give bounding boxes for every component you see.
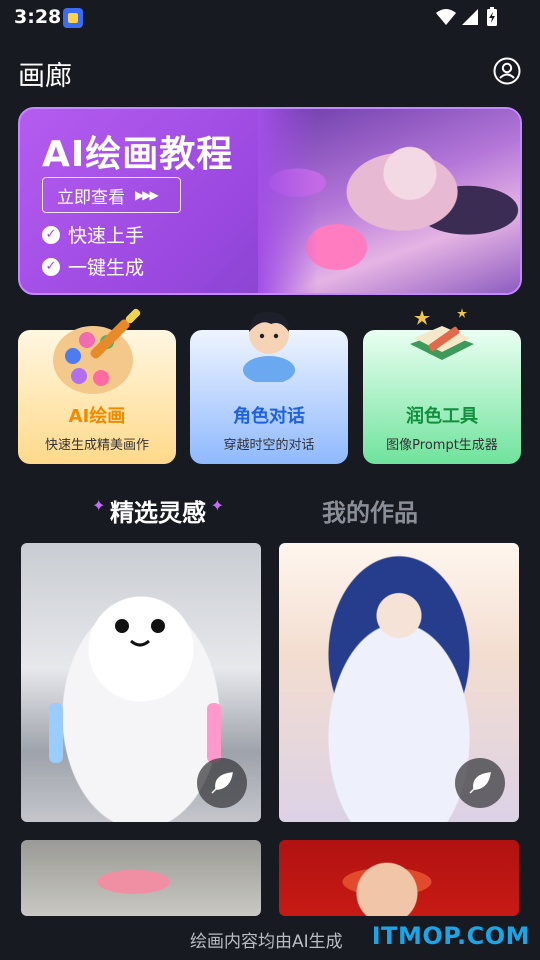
tool-desc: 图像Prompt生成器 <box>386 438 498 453</box>
tab-featured-inspiration[interactable]: 精选灵感 <box>92 493 224 528</box>
tool-name: AI绘画 <box>68 406 126 427</box>
tool-card-polish-tool[interactable]: 润色工具 图像Prompt生成器 <box>363 308 521 464</box>
feature-item: ✓ 一键生成 <box>42 253 144 280</box>
tab-my-works[interactable]: 我的作品 <box>322 493 418 528</box>
remix-button[interactable] <box>455 758 505 808</box>
feather-icon <box>469 772 491 794</box>
status-bar: 3:28 <box>0 0 540 36</box>
tutorial-banner[interactable]: AI绘画教程 立即查看 ▶▶▶ ✓ 快速上手 ✓ 一键生成 <box>18 107 522 295</box>
feature-item: ✓ 快速上手 <box>42 221 144 248</box>
banner-headline: AI绘画教程 <box>42 134 234 175</box>
tool-name: 润色工具 <box>406 406 478 427</box>
arrows-icon: ▶▶▶ <box>135 188 159 202</box>
system-status-icons <box>436 7 497 26</box>
palette-icon <box>53 308 141 394</box>
check-icon: ✓ <box>42 225 60 244</box>
gallery-item[interactable] <box>279 543 519 822</box>
character-icon <box>243 311 295 382</box>
view-now-label: 立即查看 <box>57 187 125 208</box>
tool-card-character-chat[interactable]: 角色对话 穿越时空的对话 <box>190 311 348 464</box>
status-time: 3:28 <box>14 6 62 28</box>
feather-icon <box>211 772 233 794</box>
gallery-item[interactable] <box>21 543 261 822</box>
tool-desc: 穿越时空的对话 <box>223 438 315 453</box>
gallery-item[interactable] <box>21 840 261 916</box>
gallery-item[interactable] <box>279 840 519 916</box>
tool-name: 角色对话 <box>233 406 305 427</box>
feature-label: 快速上手 <box>68 225 145 247</box>
page-title: 画廊 <box>18 61 72 92</box>
ai-disclaimer: 绘画内容均由AI生成 <box>190 932 343 952</box>
remix-button[interactable] <box>197 758 247 808</box>
tool-desc: 快速生成精美画作 <box>44 438 149 453</box>
book-icon <box>410 308 474 360</box>
tool-card-ai-painting[interactable]: AI绘画 快速生成精美画作 <box>18 308 176 464</box>
feature-label: 一键生成 <box>68 257 145 279</box>
view-now-button[interactable]: 立即查看 ▶▶▶ <box>42 177 181 213</box>
watermark: ITMOP.COM <box>371 922 530 950</box>
check-icon: ✓ <box>42 257 60 276</box>
app-notification-icon <box>63 8 83 28</box>
profile-icon[interactable] <box>493 57 521 85</box>
banner-artwork <box>258 109 520 293</box>
